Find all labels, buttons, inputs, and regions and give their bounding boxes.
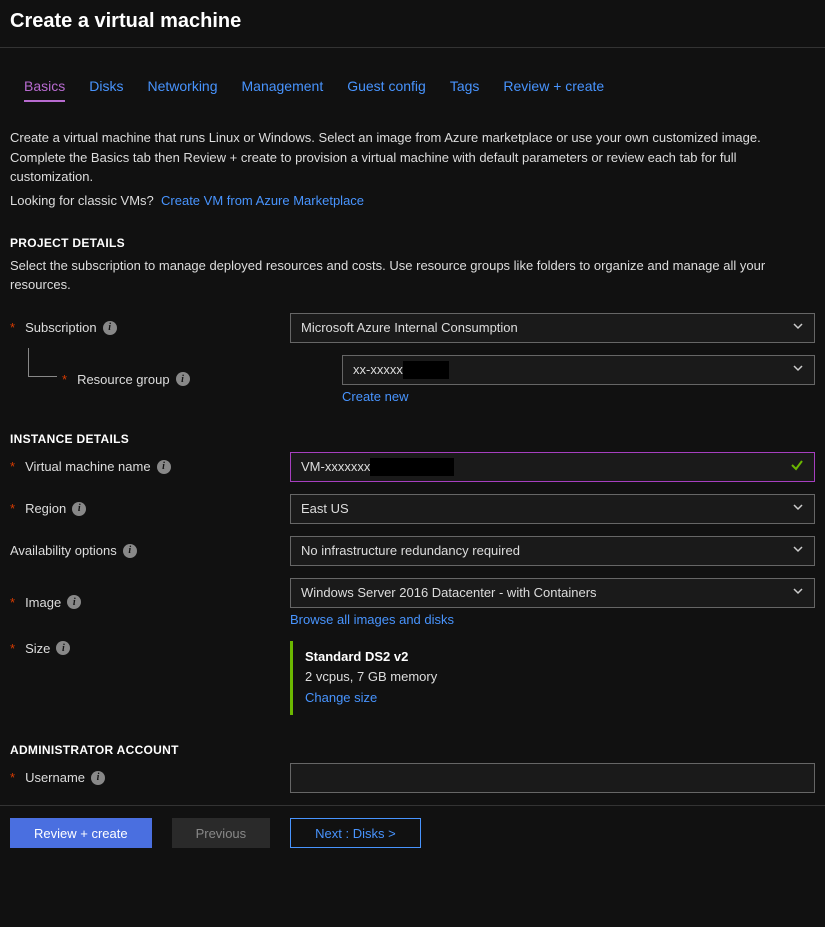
- image-select[interactable]: Windows Server 2016 Datacenter - with Co…: [290, 578, 815, 608]
- chevron-down-icon: [792, 543, 804, 558]
- resource-group-value: xx-xxxxx: [353, 362, 403, 377]
- tab-bar: Basics Disks Networking Management Guest…: [10, 78, 815, 110]
- chevron-down-icon: [792, 501, 804, 516]
- vm-name-input[interactable]: VM-xxxxxxx: [290, 452, 815, 482]
- region-select[interactable]: East US: [290, 494, 815, 524]
- info-icon[interactable]: i: [103, 321, 117, 335]
- create-new-rg-link[interactable]: Create new: [342, 389, 815, 404]
- region-label: Region: [25, 501, 66, 516]
- tab-networking[interactable]: Networking: [147, 78, 217, 102]
- vm-name-value: VM-xxxxxxx: [301, 459, 370, 474]
- region-value: East US: [301, 501, 349, 516]
- header-divider: [0, 47, 825, 48]
- info-icon[interactable]: i: [67, 595, 81, 609]
- subscription-label: Subscription: [25, 320, 97, 335]
- required-indicator: *: [10, 595, 15, 610]
- required-indicator: *: [10, 641, 15, 656]
- required-indicator: *: [10, 501, 15, 516]
- next-button[interactable]: Next : Disks >: [290, 818, 421, 848]
- classic-vm-link[interactable]: Create VM from Azure Marketplace: [161, 193, 364, 208]
- project-details-title: PROJECT DETAILS: [10, 236, 815, 250]
- subscription-value: Microsoft Azure Internal Consumption: [301, 320, 518, 335]
- tab-tags[interactable]: Tags: [450, 78, 480, 102]
- info-icon[interactable]: i: [123, 544, 137, 558]
- previous-button[interactable]: Previous: [172, 818, 271, 848]
- info-icon[interactable]: i: [91, 771, 105, 785]
- size-specs: 2 vcpus, 7 GB memory: [305, 667, 803, 688]
- browse-images-link[interactable]: Browse all images and disks: [290, 612, 815, 627]
- username-label: Username: [25, 770, 85, 785]
- tab-management[interactable]: Management: [242, 78, 324, 102]
- size-name: Standard DS2 v2: [305, 647, 803, 668]
- tree-connector: [28, 348, 57, 377]
- info-icon[interactable]: i: [157, 460, 171, 474]
- info-icon[interactable]: i: [56, 641, 70, 655]
- vm-name-label: Virtual machine name: [25, 459, 151, 474]
- classic-vm-prompt: Looking for classic VMs? Create VM from …: [10, 193, 815, 208]
- tab-review-create[interactable]: Review + create: [503, 78, 604, 102]
- page-title: Create a virtual machine: [0, 0, 825, 47]
- checkmark-icon: [790, 458, 804, 475]
- redacted-block: [370, 458, 454, 476]
- project-details-desc: Select the subscription to manage deploy…: [10, 256, 815, 295]
- username-input[interactable]: [290, 763, 815, 793]
- tab-guest-config[interactable]: Guest config: [347, 78, 426, 102]
- instance-details-title: INSTANCE DETAILS: [10, 432, 815, 446]
- redacted-block: [403, 361, 449, 379]
- classic-vm-text: Looking for classic VMs?: [10, 193, 154, 208]
- admin-account-title: ADMINISTRATOR ACCOUNT: [10, 743, 815, 757]
- info-icon[interactable]: i: [72, 502, 86, 516]
- change-size-link[interactable]: Change size: [305, 690, 377, 705]
- chevron-down-icon: [792, 320, 804, 335]
- size-display: Standard DS2 v2 2 vcpus, 7 GB memory Cha…: [290, 641, 815, 715]
- required-indicator: *: [62, 372, 67, 387]
- chevron-down-icon: [792, 362, 804, 377]
- resource-group-select[interactable]: xx-xxxxx: [342, 355, 815, 385]
- intro-text: Create a virtual machine that runs Linux…: [10, 128, 815, 187]
- image-value: Windows Server 2016 Datacenter - with Co…: [301, 585, 597, 600]
- subscription-select[interactable]: Microsoft Azure Internal Consumption: [290, 313, 815, 343]
- required-indicator: *: [10, 770, 15, 785]
- tab-basics[interactable]: Basics: [24, 78, 65, 102]
- availability-select[interactable]: No infrastructure redundancy required: [290, 536, 815, 566]
- resource-group-label: Resource group: [77, 372, 170, 387]
- chevron-down-icon: [792, 585, 804, 600]
- availability-label: Availability options: [10, 543, 117, 558]
- footer-bar: Review + create Previous Next : Disks >: [0, 805, 825, 860]
- tab-disks[interactable]: Disks: [89, 78, 123, 102]
- review-create-button[interactable]: Review + create: [10, 818, 152, 848]
- image-label: Image: [25, 595, 61, 610]
- required-indicator: *: [10, 459, 15, 474]
- size-label: Size: [25, 641, 50, 656]
- info-icon[interactable]: i: [176, 372, 190, 386]
- required-indicator: *: [10, 320, 15, 335]
- availability-value: No infrastructure redundancy required: [301, 543, 520, 558]
